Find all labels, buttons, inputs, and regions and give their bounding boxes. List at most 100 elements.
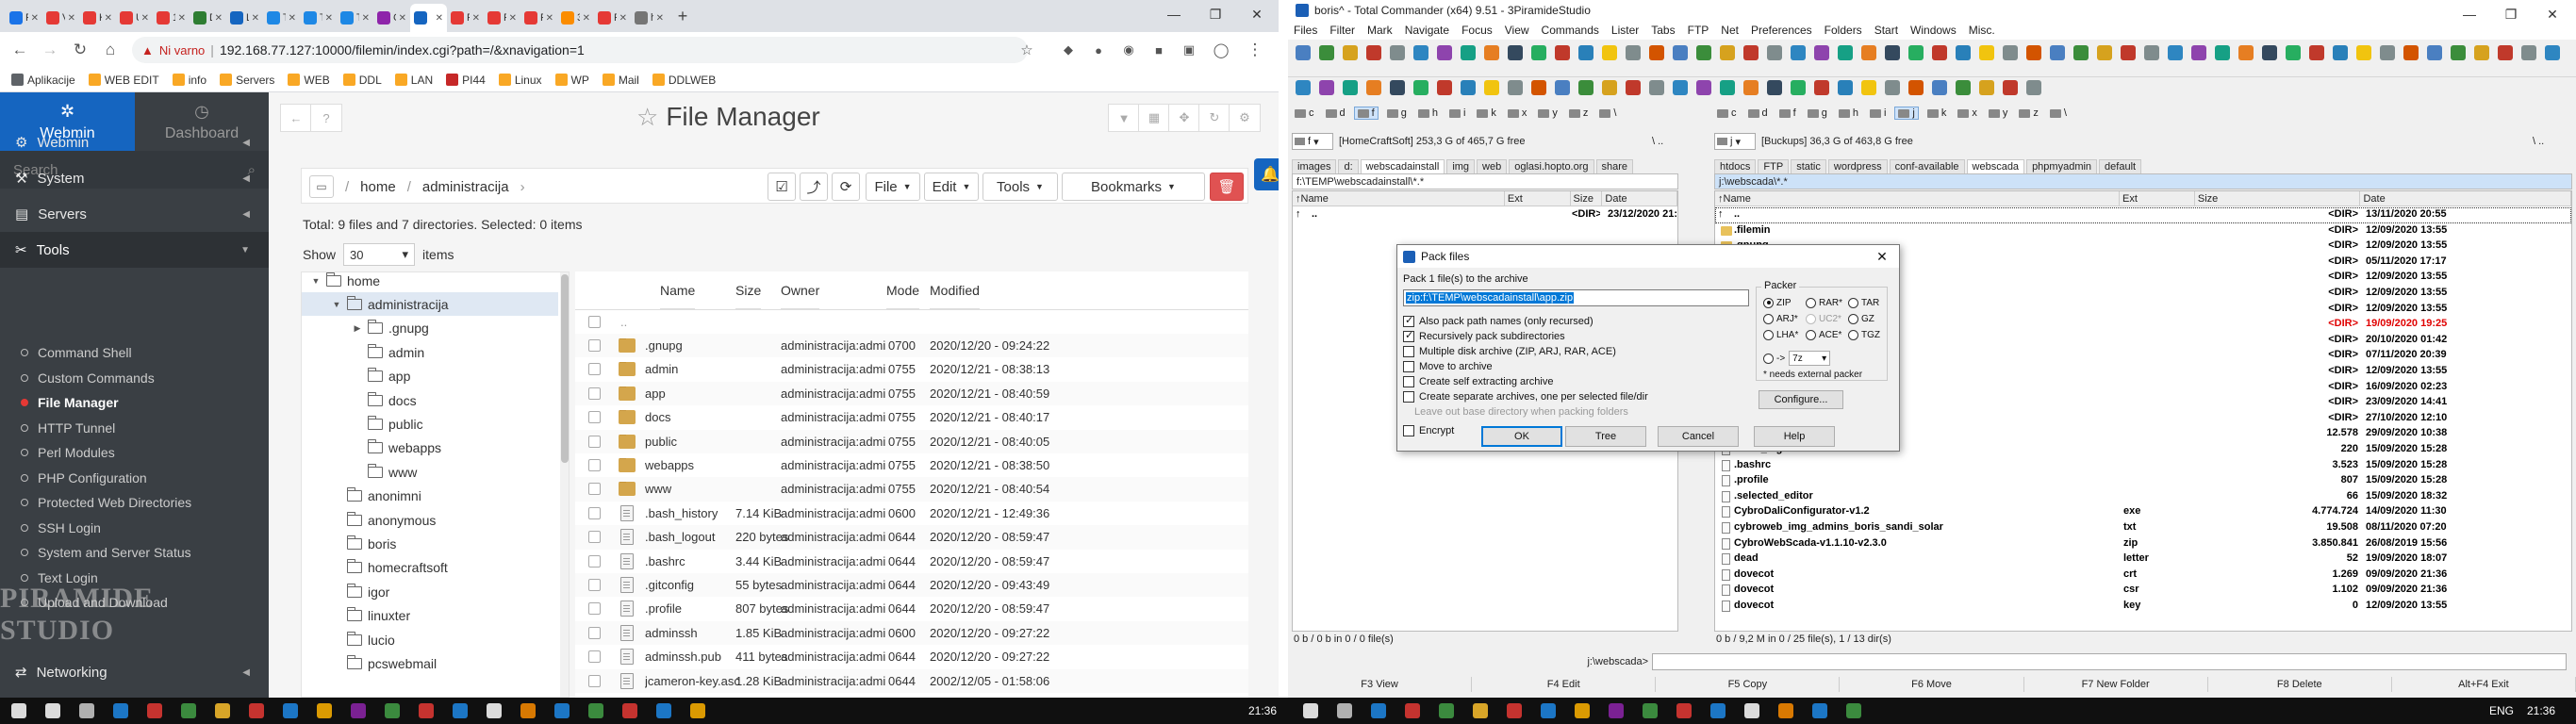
tree-node[interactable]: linuxter <box>302 604 558 628</box>
bookmark-item[interactable]: Mail <box>602 74 639 87</box>
toolbar-button-icon[interactable] <box>1602 80 1617 95</box>
toolbar-button-icon[interactable] <box>1343 80 1358 95</box>
row-checkbox[interactable] <box>588 506 601 519</box>
row-name[interactable]: .gnupg <box>645 338 739 353</box>
folder-tab[interactable]: images <box>1292 159 1337 173</box>
bookmark-item[interactable]: Servers <box>220 74 274 87</box>
toolbar-button-icon[interactable] <box>2050 45 2065 60</box>
tree-node[interactable]: lucio <box>302 628 558 651</box>
browser-tab[interactable]: Kor✕ <box>79 4 116 32</box>
grid-icon[interactable]: ▦ <box>1138 104 1170 132</box>
taskbar-app-icon[interactable] <box>1846 703 1861 718</box>
tc-menu-focus[interactable]: Focus <box>1461 24 1493 37</box>
toolbar-button-icon[interactable] <box>2026 45 2041 60</box>
tc-menu-view[interactable]: View <box>1505 24 1529 37</box>
checkbox[interactable] <box>1403 361 1414 372</box>
toolbar-button-icon[interactable] <box>2262 45 2277 60</box>
table-row[interactable]: .gnupg administracija:administracija0700 2… <box>575 334 1248 358</box>
pane-row[interactable]: .bashrc 3.523 15/09/2020 15:28 <box>1715 458 2571 474</box>
toolbar-button-icon[interactable] <box>1366 45 1381 60</box>
browser-tab[interactable]: Dat✕ <box>190 4 226 32</box>
folder-tab[interactable]: d: <box>1338 159 1359 173</box>
tab-close-icon[interactable]: ✕ <box>509 13 517 24</box>
toolbar-button-icon[interactable] <box>1626 45 1641 60</box>
toolbar-button-icon[interactable] <box>1531 45 1546 60</box>
toolbar-button-icon[interactable] <box>1767 45 1782 60</box>
toolbar-button-icon[interactable] <box>1296 45 1311 60</box>
maximize-button[interactable]: ❐ <box>1196 0 1235 28</box>
back-icon[interactable]: ← <box>8 38 32 62</box>
dialog-close-icon[interactable]: ✕ <box>1869 247 1895 266</box>
sidebar-item-protected-web-directories[interactable]: Protected Web Directories <box>0 489 269 516</box>
packer-radio-ace[interactable]: ACE* <box>1806 328 1841 341</box>
tc-menu-windows[interactable]: Windows <box>1910 24 1957 37</box>
checkbox[interactable] <box>1403 425 1414 436</box>
tree-node[interactable]: docs <box>302 388 558 412</box>
toolbar-button-icon[interactable] <box>1838 80 1853 95</box>
drive-button-y[interactable]: y <box>1986 107 2011 119</box>
tree-node[interactable]: app <box>302 365 558 388</box>
toolbar-button-icon[interactable] <box>1908 45 1924 60</box>
browser-tab[interactable]: Link✕ <box>226 4 263 32</box>
tree-scrollbar[interactable] <box>560 272 569 697</box>
toolbar-button-icon[interactable] <box>1673 45 1688 60</box>
expand-icon[interactable]: ▶ <box>353 323 362 334</box>
tree-node[interactable]: ▼ administracija <box>302 292 558 317</box>
column-header-size[interactable]: Size <box>735 272 762 309</box>
sidebar-item-text-login[interactable]: Text Login <box>0 565 269 591</box>
extension-icon[interactable]: ◉ <box>1116 38 1141 62</box>
taskbar-app-icon[interactable] <box>419 703 434 718</box>
page-size-select[interactable]: 30 ▾ <box>343 243 416 266</box>
row-checkbox[interactable] <box>588 483 601 496</box>
tc-menu-preferences[interactable]: Preferences <box>1751 24 1812 37</box>
checkbox-option[interactable]: Recursively pack subdirectories <box>1403 329 1565 344</box>
toolbar-button-icon[interactable] <box>1767 80 1782 95</box>
tab-close-icon[interactable]: ✕ <box>252 13 259 24</box>
right-nav-buttons[interactable]: \ .. <box>2533 132 2544 151</box>
drive-button-c[interactable]: c <box>1292 107 1317 119</box>
drive-button-i[interactable]: i <box>1867 107 1889 119</box>
pane-row[interactable]: CybroWebScada-v1.1.10-v2.3.0 zip 3.850.841… <box>1715 536 2571 552</box>
tree-node[interactable]: homecraftsoft <box>302 556 558 580</box>
pane-row[interactable]: dovecot key 0 12/09/2020 13:55 <box>1715 599 2571 615</box>
row-name[interactable]: jcameron-key.asc <box>645 674 739 688</box>
checkbox[interactable] <box>1403 376 1414 387</box>
bookmark-item[interactable]: DDL <box>342 74 382 87</box>
column-header-modified[interactable]: Modified <box>930 272 980 309</box>
toolbar-button-icon[interactable] <box>1484 45 1499 60</box>
drive-button-g[interactable]: g <box>1805 107 1830 119</box>
tree-node[interactable]: boris <box>302 532 558 555</box>
drive-button-z[interactable]: z <box>2016 107 2041 119</box>
taskbar-app-icon[interactable] <box>147 703 162 718</box>
toolbar-button-icon[interactable] <box>2545 45 2560 60</box>
toolbar-button-icon[interactable] <box>1932 45 1947 60</box>
browser-tab[interactable]: Vtič✕ <box>42 4 79 32</box>
taskbar-app-icon[interactable] <box>1371 703 1386 718</box>
tab-close-icon[interactable]: ✕ <box>31 13 39 24</box>
pane-column-header[interactable]: Ext <box>1505 191 1571 206</box>
tc-menu-lister[interactable]: Lister <box>1611 24 1639 37</box>
browser-tab[interactable]: Two✕ <box>337 4 373 32</box>
taskbar-app-icon[interactable] <box>622 703 637 718</box>
folder-tab[interactable]: FTP <box>1758 159 1790 173</box>
tc-menu-commands[interactable]: Commands <box>1542 24 1599 37</box>
browser-tab[interactable]: Clu✕ <box>373 4 410 32</box>
browser-tab[interactable]: Two✕ <box>263 4 300 32</box>
pane-column-header[interactable]: Date <box>2360 191 2571 206</box>
folder-tab[interactable]: img <box>1446 159 1476 173</box>
taskbar-app-icon[interactable] <box>520 703 536 718</box>
row-name[interactable]: adminssh <box>645 626 739 640</box>
browser-tab[interactable]: 127.✕ <box>153 4 190 32</box>
taskbar-app-icon[interactable] <box>1778 703 1793 718</box>
drive-button-y[interactable]: y <box>1535 107 1560 119</box>
tc-menu-tabs[interactable]: Tabs <box>1651 24 1675 37</box>
tree-node[interactable]: anonymous <box>302 508 558 532</box>
radio-button[interactable] <box>1763 313 1774 324</box>
right-path-bar[interactable]: j:\webscada\*.* <box>1714 173 2572 189</box>
taskbar-app-icon[interactable] <box>1541 703 1556 718</box>
configure-button[interactable]: Configure... <box>1759 390 1843 409</box>
folder-tab[interactable]: share <box>1595 159 1634 173</box>
radio-button[interactable] <box>1806 329 1816 340</box>
row-checkbox[interactable] <box>588 650 601 664</box>
row-checkbox[interactable] <box>588 554 601 568</box>
